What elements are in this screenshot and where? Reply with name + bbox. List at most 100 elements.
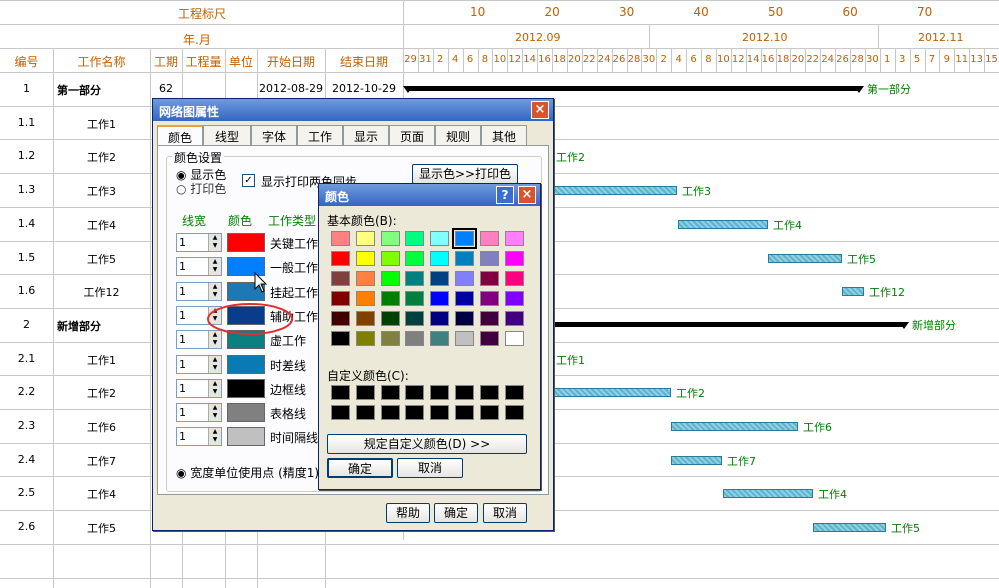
linewidth-stepper[interactable]: 1 ▲ ▼ — [176, 233, 222, 252]
basic-color-cell[interactable] — [452, 228, 477, 249]
basic-color-cell[interactable] — [430, 311, 450, 326]
custom-color-cell[interactable] — [355, 405, 375, 420]
custom-color-cell[interactable] — [405, 405, 425, 420]
tab-1[interactable]: 线型 — [203, 125, 251, 145]
basic-color-cell[interactable] — [405, 311, 425, 326]
color-cancel-button[interactable]: 取消 — [397, 458, 463, 478]
custom-color-cell[interactable] — [380, 385, 400, 400]
basic-color-cell[interactable] — [380, 331, 400, 346]
basic-color-cell[interactable] — [504, 311, 524, 326]
close-icon[interactable]: × — [531, 101, 549, 119]
basic-color-cell[interactable] — [430, 251, 450, 266]
task-bar[interactable] — [813, 523, 886, 533]
spin-arrows-icon[interactable]: ▲ ▼ — [208, 355, 221, 373]
task-bar[interactable] — [723, 489, 813, 499]
tab-2[interactable]: 字体 — [251, 125, 297, 145]
basic-color-cell[interactable] — [380, 251, 400, 266]
task-bar[interactable] — [671, 422, 798, 431]
tab-6[interactable]: 规则 — [435, 125, 481, 145]
basic-color-cell[interactable] — [504, 331, 524, 346]
basic-color-cell[interactable] — [430, 331, 450, 346]
basic-color-cell[interactable] — [455, 291, 474, 306]
basic-color-cell[interactable] — [355, 271, 375, 286]
display-to-print-button[interactable]: 显示色>>打印色 — [412, 164, 518, 184]
tab-7[interactable]: 其他 — [481, 125, 527, 145]
basic-color-cell[interactable] — [331, 231, 350, 246]
basic-color-cell[interactable] — [479, 251, 499, 266]
basic-color-cell[interactable] — [380, 291, 400, 306]
tab-3[interactable]: 工作 — [297, 125, 343, 145]
custom-color-cell[interactable] — [455, 405, 474, 420]
spin-arrows-icon[interactable]: ▲ ▼ — [208, 404, 221, 422]
linewidth-stepper[interactable]: 1 ▲ ▼ — [176, 427, 222, 447]
task-bar[interactable] — [671, 455, 722, 465]
cancel-button[interactable]: 取消 — [483, 503, 527, 523]
custom-color-cell[interactable] — [405, 385, 425, 400]
basic-color-cell[interactable] — [380, 311, 400, 326]
basic-color-cell[interactable] — [331, 291, 350, 306]
basic-color-cell[interactable] — [455, 251, 474, 266]
task-bar[interactable] — [678, 219, 768, 229]
task-bar[interactable] — [842, 287, 864, 297]
linewidth-stepper[interactable]: 1 ▲ ▼ — [176, 378, 222, 398]
width-unit-radio[interactable]: ◉ 宽度单位使用点 (精度1) — [176, 464, 319, 481]
basic-color-cell[interactable] — [504, 231, 524, 246]
spin-arrows-icon[interactable]: ▲ ▼ — [208, 379, 221, 397]
color-swatch[interactable] — [227, 354, 265, 374]
basic-color-cell[interactable] — [331, 251, 350, 266]
help-button[interactable]: 帮助 — [386, 503, 430, 523]
basic-color-cell[interactable] — [355, 311, 375, 326]
basic-color-cell[interactable] — [455, 271, 474, 286]
color-swatch[interactable] — [227, 427, 265, 447]
basic-color-cell[interactable] — [405, 331, 425, 346]
tab-0[interactable]: 颜色 — [157, 125, 203, 145]
custom-color-cell[interactable] — [455, 385, 474, 400]
basic-color-cell[interactable] — [479, 311, 499, 326]
basic-color-cell[interactable] — [380, 231, 400, 246]
task-bar[interactable] — [554, 186, 677, 196]
basic-color-cell[interactable] — [430, 271, 450, 286]
custom-color-cell[interactable] — [479, 405, 499, 420]
spin-arrows-icon[interactable]: ▲ ▼ — [208, 234, 221, 251]
help-icon[interactable]: ? — [496, 186, 514, 204]
basic-color-cell[interactable] — [331, 311, 350, 326]
color-swatch[interactable] — [227, 403, 265, 423]
custom-color-cell[interactable] — [355, 385, 375, 400]
color-swatch[interactable] — [227, 378, 265, 398]
radio-print[interactable]: ○ 打印色 — [176, 180, 226, 197]
basic-color-cell[interactable] — [331, 331, 350, 346]
custom-color-cell[interactable] — [331, 405, 350, 420]
basic-color-cell[interactable] — [479, 291, 499, 306]
task-bar[interactable] — [554, 388, 671, 398]
linewidth-stepper[interactable]: 1 ▲ ▼ — [176, 281, 222, 301]
task-bar[interactable] — [768, 253, 842, 263]
basic-color-cell[interactable] — [355, 251, 375, 266]
color-ok-button[interactable]: 确定 — [327, 458, 393, 478]
basic-color-cell[interactable] — [355, 291, 375, 306]
basic-color-cell[interactable] — [405, 231, 425, 246]
basic-color-cell[interactable] — [405, 251, 425, 266]
tab-5[interactable]: 页面 — [389, 125, 435, 145]
basic-color-cell[interactable] — [405, 291, 425, 306]
basic-color-cell[interactable] — [504, 291, 524, 306]
spin-arrows-icon[interactable]: ▲ ▼ — [208, 282, 221, 300]
basic-color-cell[interactable] — [355, 231, 375, 246]
basic-color-cell[interactable] — [430, 231, 450, 246]
tab-4[interactable]: 显示 — [343, 125, 389, 145]
basic-color-cell[interactable] — [455, 331, 474, 346]
custom-color-cell[interactable] — [331, 385, 350, 400]
basic-color-cell[interactable] — [405, 271, 425, 286]
linewidth-stepper[interactable]: 1 ▲ ▼ — [176, 354, 222, 374]
basic-color-cell[interactable] — [504, 271, 524, 286]
sync-checkbox[interactable]: ✓ — [242, 174, 255, 187]
spin-arrows-icon[interactable]: ▲ ▼ — [208, 258, 221, 276]
custom-color-cell[interactable] — [380, 405, 400, 420]
custom-color-cell[interactable] — [430, 405, 450, 420]
basic-color-cell[interactable] — [455, 311, 474, 326]
basic-color-cell[interactable] — [355, 331, 375, 346]
ok-button[interactable]: 确定 — [434, 503, 478, 523]
basic-color-cell[interactable] — [479, 231, 499, 246]
basic-color-cell[interactable] — [331, 271, 350, 286]
basic-color-cell[interactable] — [504, 251, 524, 266]
linewidth-stepper[interactable]: 1 ▲ ▼ — [176, 403, 222, 423]
